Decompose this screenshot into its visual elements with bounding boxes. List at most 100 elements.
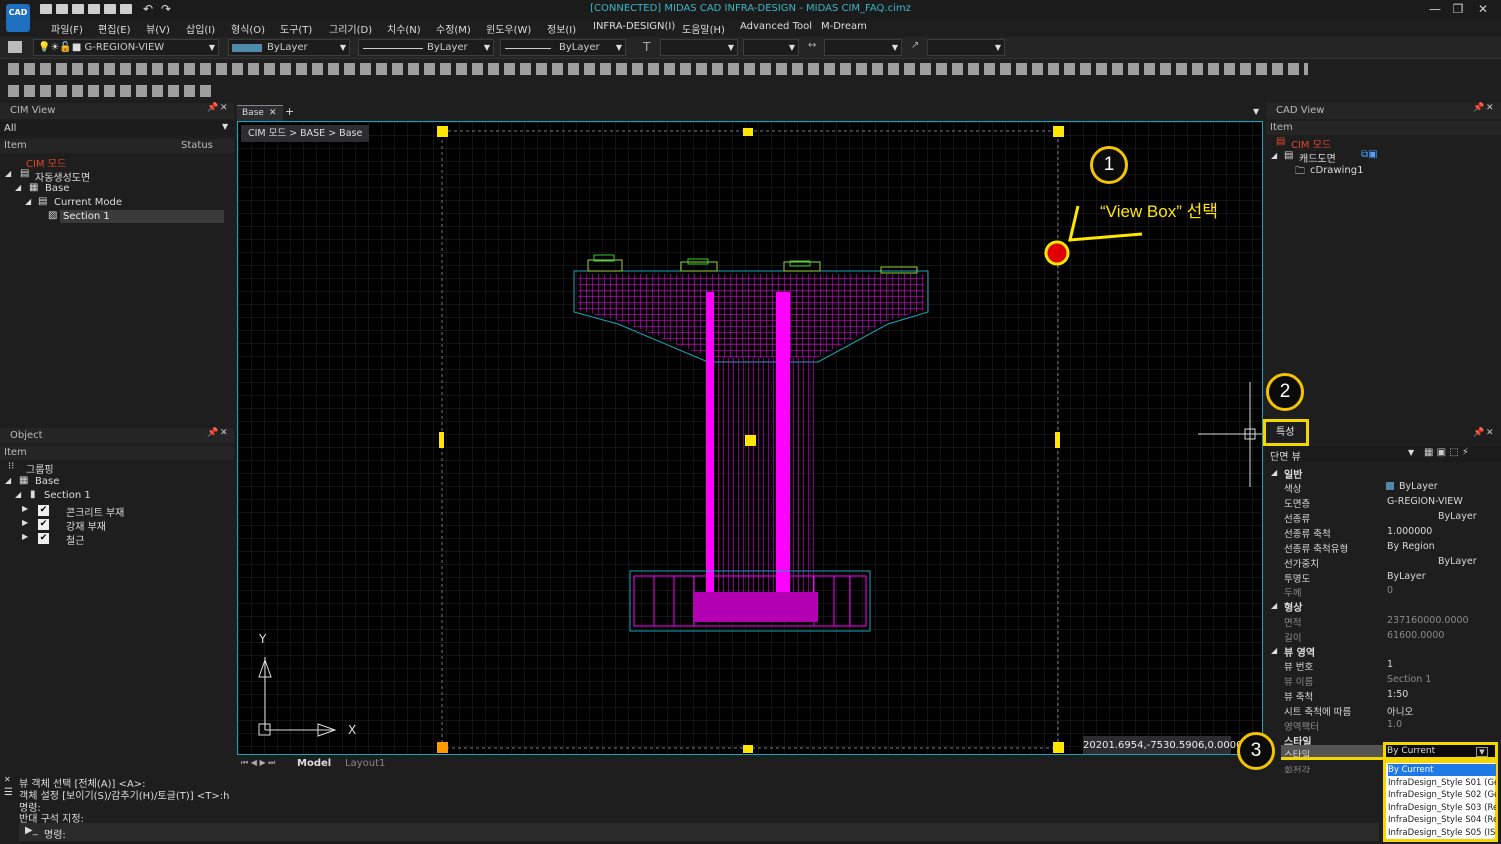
- minimize-button[interactable]: —: [1425, 2, 1445, 16]
- collapse-icon[interactable]: ▶: [22, 504, 28, 513]
- prop-layer-value[interactable]: G-REGION-VIEW: [1387, 496, 1463, 507]
- menu-infra-design[interactable]: INFRA-DESIGN(I): [593, 21, 675, 32]
- pin-icon[interactable]: 📌: [207, 428, 218, 438]
- text-style-icon[interactable]: T: [643, 40, 650, 54]
- cad-tree-drawing[interactable]: 캐드도면: [1299, 150, 1336, 165]
- menu-insert[interactable]: 삽입(I): [186, 21, 215, 36]
- prop-linetype-value[interactable]: ByLayer: [1438, 511, 1477, 522]
- dropdown-option[interactable]: InfraDesign_Style S04 (Reba: [1388, 814, 1496, 826]
- expand-icon[interactable]: ◢: [15, 490, 21, 499]
- menu-draw[interactable]: 그리기(D): [329, 21, 372, 36]
- menu-advanced-tool[interactable]: Advanced Tool: [740, 21, 812, 32]
- menu-edit[interactable]: 편집(E): [98, 21, 131, 36]
- pin-icon[interactable]: 📌: [207, 103, 218, 113]
- view-toggle-icon[interactable]: ⧉▣: [1361, 149, 1378, 160]
- menu-format[interactable]: 형식(O): [231, 21, 265, 36]
- dropdown-option[interactable]: InfraDesign_Style S05 (ISO: [1388, 827, 1496, 839]
- object-base[interactable]: Base: [35, 476, 59, 487]
- tree-item-current-mode[interactable]: Current Mode: [54, 197, 122, 208]
- text-style-select[interactable]: ▼: [660, 39, 738, 56]
- viewbox-grip[interactable]: [439, 432, 444, 448]
- dropdown-option[interactable]: InfraDesign_Style S02 (Gene: [1388, 789, 1496, 801]
- prop-lineweight-value[interactable]: ByLayer: [1438, 556, 1477, 567]
- menu-help[interactable]: 도움말(H): [682, 21, 725, 36]
- object-concrete[interactable]: 콘크리트 부재: [66, 504, 124, 519]
- multileader-icon[interactable]: ↗: [911, 40, 919, 51]
- tab-close-icon[interactable]: ✕: [269, 108, 277, 118]
- object-section-1[interactable]: Section 1: [44, 490, 91, 501]
- prop-view-scale-value[interactable]: 1:50: [1387, 689, 1408, 700]
- menu-tools[interactable]: 도구(T): [280, 21, 312, 36]
- checkbox-concrete[interactable]: ✔: [38, 505, 49, 516]
- object-steel[interactable]: 강재 부재: [66, 518, 106, 533]
- prop-view-number-value[interactable]: 1: [1387, 659, 1393, 670]
- cad-tree-cdrawing1[interactable]: cDrawing1: [1310, 165, 1363, 176]
- pin-icon[interactable]: 📌: [1473, 428, 1484, 438]
- dropdown-option[interactable]: InfraDesign_Style S03 (Reba: [1388, 802, 1496, 814]
- viewbox-grip[interactable]: [437, 126, 448, 137]
- style-dropdown-list[interactable]: By Current InfraDesign_Style S01 (Gene I…: [1383, 760, 1498, 842]
- cim-view-filter[interactable]: All ▼: [0, 121, 234, 136]
- close-button[interactable]: ✕: [1473, 2, 1493, 16]
- prop-color-value[interactable]: ByLayer: [1399, 481, 1438, 492]
- viewbox-grip[interactable]: [1053, 742, 1064, 753]
- menu-view[interactable]: 뷰(V): [146, 21, 170, 36]
- tab-layout1[interactable]: Layout1: [345, 758, 385, 769]
- quick-select-icon[interactable]: ▦ ▣ ⬚ ⚡: [1424, 447, 1469, 458]
- tab-base[interactable]: Base ✕: [237, 105, 283, 121]
- object-rebar[interactable]: 철근: [66, 532, 84, 547]
- checkbox-rebar[interactable]: ✔: [38, 533, 49, 544]
- viewbox-grip[interactable]: [437, 742, 448, 753]
- viewbox-grip[interactable]: [745, 435, 756, 446]
- dropdown-option[interactable]: InfraDesign_Style S01 (Gene: [1388, 777, 1496, 789]
- cad-tree-cim-mode[interactable]: CIM 모드: [1291, 136, 1331, 151]
- prop-sheet-scale-value[interactable]: 아니오: [1387, 704, 1413, 718]
- tree-item-auto-drawing[interactable]: 자동생성도면: [35, 169, 90, 184]
- tab-model[interactable]: Model: [297, 758, 331, 769]
- menu-modify[interactable]: 수정(M): [436, 21, 471, 36]
- viewbox-grip[interactable]: [1055, 432, 1060, 448]
- breadcrumb[interactable]: CIM 모드 > BASE > Base: [241, 125, 370, 142]
- tree-item-cim-mode[interactable]: CIM 모드: [26, 155, 66, 170]
- menu-window[interactable]: 윈도우(W): [486, 21, 531, 36]
- dim-style-select[interactable]: ▼: [824, 39, 902, 56]
- draw-modify-toolbar[interactable]: [8, 63, 1308, 75]
- dim-style-icon[interactable]: ↔: [808, 40, 816, 51]
- pin-icon[interactable]: 📌: [1473, 103, 1484, 113]
- object-grouping[interactable]: 그룹핑: [26, 461, 54, 476]
- tab-list-icon[interactable]: ▼: [1253, 107, 1259, 116]
- expand-icon[interactable]: ◢: [5, 169, 11, 178]
- close-icon[interactable]: ✕: [4, 775, 11, 784]
- close-icon[interactable]: ✕: [220, 103, 228, 113]
- expand-icon[interactable]: ◢: [15, 183, 21, 192]
- menu-icon[interactable]: ☰: [4, 787, 13, 798]
- style-select[interactable]: By Current ▼: [1383, 742, 1498, 760]
- collapse-icon[interactable]: ▶: [22, 518, 28, 527]
- checkbox-steel[interactable]: ✔: [38, 519, 49, 530]
- viewbox-grip[interactable]: [743, 128, 753, 136]
- maximize-button[interactable]: ❐: [1448, 2, 1468, 16]
- close-icon[interactable]: ✕: [220, 428, 228, 438]
- close-icon[interactable]: ✕: [1486, 428, 1494, 438]
- menu-m-dream[interactable]: M-Dream: [821, 21, 867, 32]
- section-general[interactable]: 일반: [1284, 466, 1302, 481]
- menu-dimension[interactable]: 치수(N): [387, 21, 421, 36]
- viewbox-grip[interactable]: [743, 745, 753, 753]
- expand-icon[interactable]: ◢: [25, 197, 31, 206]
- layers-icon[interactable]: [8, 41, 22, 53]
- multileader-style-select[interactable]: ▼: [927, 39, 1005, 56]
- collapse-icon[interactable]: ▶: [22, 532, 28, 541]
- property-object-select[interactable]: 단면 뷰 ▼ ▦ ▣ ⬚ ⚡: [1266, 446, 1501, 463]
- expand-icon[interactable]: ◢: [5, 476, 11, 485]
- tree-item-section-1[interactable]: Section 1: [63, 211, 110, 222]
- expand-icon[interactable]: ◢: [1271, 151, 1277, 160]
- section-view-region[interactable]: 뷰 영역: [1284, 644, 1315, 659]
- section-shape[interactable]: 형상: [1284, 599, 1302, 614]
- menu-info[interactable]: 정보(I): [547, 21, 576, 36]
- cim-toolbar[interactable]: [8, 85, 213, 97]
- linetype-select[interactable]: ByLayer ▼: [358, 39, 494, 56]
- add-tab-button[interactable]: +: [285, 105, 294, 118]
- close-icon[interactable]: ✕: [1486, 103, 1494, 113]
- viewbox-grip[interactable]: [1053, 126, 1064, 137]
- text-height-select[interactable]: ▼: [743, 39, 799, 56]
